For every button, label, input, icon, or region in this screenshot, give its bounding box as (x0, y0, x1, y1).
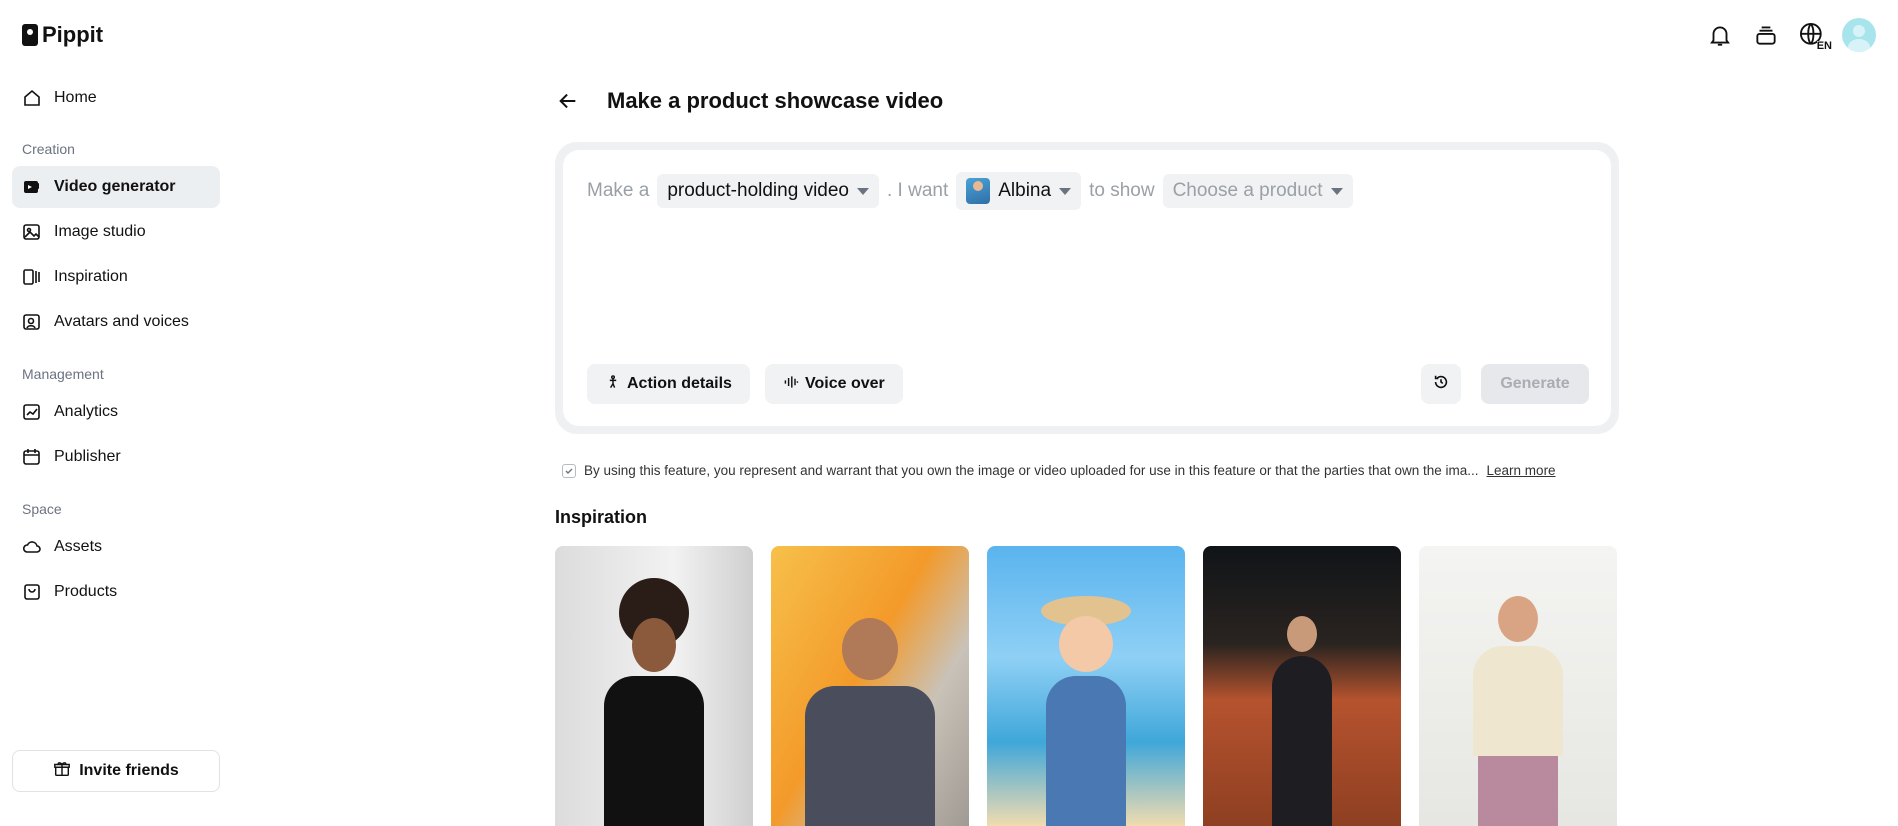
prompt-composer: Make a product-holding video . I want Al… (555, 142, 1619, 434)
sidebar-item-products[interactable]: Products (12, 571, 220, 613)
sidebar-item-avatars-voices[interactable]: Avatars and voices (12, 301, 220, 343)
inspiration-card[interactable] (771, 546, 969, 826)
history-button[interactable] (1421, 364, 1461, 404)
sidebar-item-publisher[interactable]: Publisher (12, 436, 220, 478)
inspiration-card[interactable] (1419, 546, 1617, 826)
language-globe-icon[interactable]: EN (1796, 19, 1832, 52)
prompt-prefix: Make a (587, 180, 650, 201)
user-avatar[interactable] (1842, 18, 1876, 52)
cloud-icon (22, 537, 42, 557)
image-studio-icon (22, 222, 42, 242)
sidebar-item-label: Inspiration (54, 268, 128, 285)
page-title: Make a product showcase video (607, 88, 944, 113)
person-figure (1031, 596, 1141, 826)
pippit-logo-icon (22, 24, 38, 46)
product-placeholder: Choose a product (1172, 180, 1323, 201)
sidebar-item-label: Products (54, 583, 118, 600)
composer-panel: Make a product-holding video . I want Al… (563, 150, 1611, 426)
invite-friends-button[interactable]: Invite friends (12, 750, 220, 792)
sidebar-item-label: Avatars and voices (54, 313, 189, 330)
prompt-sentence: Make a product-holding video . I want Al… (587, 172, 1353, 210)
sidebar-item-label: Video generator (54, 178, 176, 195)
avatar-dropdown[interactable]: Albina (956, 172, 1082, 210)
sidebar-item-video-generator[interactable]: Video generator (12, 166, 220, 208)
sidebar-item-label: Analytics (54, 403, 119, 420)
app-logo[interactable]: Pippit (22, 22, 103, 48)
avatar-thumbnail (966, 178, 991, 204)
analytics-icon (22, 402, 42, 422)
back-arrow-icon[interactable] (555, 88, 581, 114)
sidebar-item-home[interactable]: Home (12, 77, 220, 119)
product-bag-icon (22, 582, 42, 602)
topbar-actions: EN (1704, 18, 1876, 52)
inspiration-heading: Inspiration (555, 507, 648, 527)
gift-icon (53, 760, 71, 783)
sidebar-item-label: Home (54, 89, 97, 106)
sidebar-item-label: Publisher (54, 448, 121, 465)
inspiration-card[interactable] (555, 546, 753, 826)
video-type-value: product-holding video (667, 180, 849, 201)
prompt-suffix: to show (1089, 180, 1155, 201)
person-figure (1468, 596, 1568, 826)
section-label-management: Management (22, 366, 104, 382)
voice-wave-icon (783, 374, 799, 395)
sidebar-item-analytics[interactable]: Analytics (12, 391, 220, 433)
history-icon (1432, 373, 1450, 396)
chevron-down-icon (1059, 187, 1072, 195)
home-icon (22, 88, 42, 108)
person-figure (805, 618, 935, 826)
inspiration-card[interactable] (1203, 546, 1401, 826)
section-label-creation: Creation (22, 141, 75, 157)
voice-over-label: Voice over (805, 375, 885, 392)
disclaimer-text: By using this feature, you represent and… (584, 463, 1479, 478)
video-type-dropdown[interactable]: product-holding video (657, 174, 879, 208)
sidebar: Pippit Home Creation Video generator Ima… (0, 0, 232, 813)
inspiration-card[interactable] (987, 546, 1185, 826)
terms-disclaimer: By using this feature, you represent and… (562, 463, 1556, 478)
sidebar-item-inspiration[interactable]: Inspiration (12, 256, 220, 298)
app-name: Pippit (42, 22, 104, 47)
language-code: EN (1816, 40, 1832, 52)
person-figure (599, 578, 709, 826)
avatar-icon (22, 312, 42, 332)
consent-checkbox[interactable] (562, 463, 576, 478)
avatar-name: Albina (998, 180, 1052, 201)
voice-over-button[interactable]: Voice over (765, 364, 903, 404)
invite-label: Invite friends (79, 762, 179, 779)
inspiration-gallery (555, 546, 1617, 826)
calendar-icon (22, 447, 42, 467)
action-details-label: Action details (627, 375, 732, 392)
generate-button[interactable]: Generate (1481, 364, 1589, 404)
action-details-button[interactable]: Action details (587, 364, 750, 404)
sidebar-item-image-studio[interactable]: Image studio (12, 211, 220, 253)
section-label-space: Space (22, 501, 62, 517)
product-dropdown[interactable]: Choose a product (1162, 174, 1353, 208)
person-motion-icon (605, 374, 621, 395)
chevron-down-icon (1330, 187, 1343, 195)
bell-icon[interactable] (1704, 19, 1736, 51)
sidebar-item-assets[interactable]: Assets (12, 526, 220, 568)
page-header: Make a product showcase video (555, 88, 943, 114)
chevron-down-icon (857, 187, 869, 195)
learn-more-link[interactable]: Learn more (1487, 463, 1556, 478)
video-generator-icon (22, 177, 42, 197)
sidebar-item-label: Assets (54, 538, 103, 555)
person-figure (1262, 616, 1342, 826)
prompt-mid: . I want (887, 180, 949, 201)
stack-icon[interactable] (1750, 19, 1782, 51)
inspiration-icon (22, 267, 42, 287)
sidebar-item-label: Image studio (54, 223, 146, 240)
